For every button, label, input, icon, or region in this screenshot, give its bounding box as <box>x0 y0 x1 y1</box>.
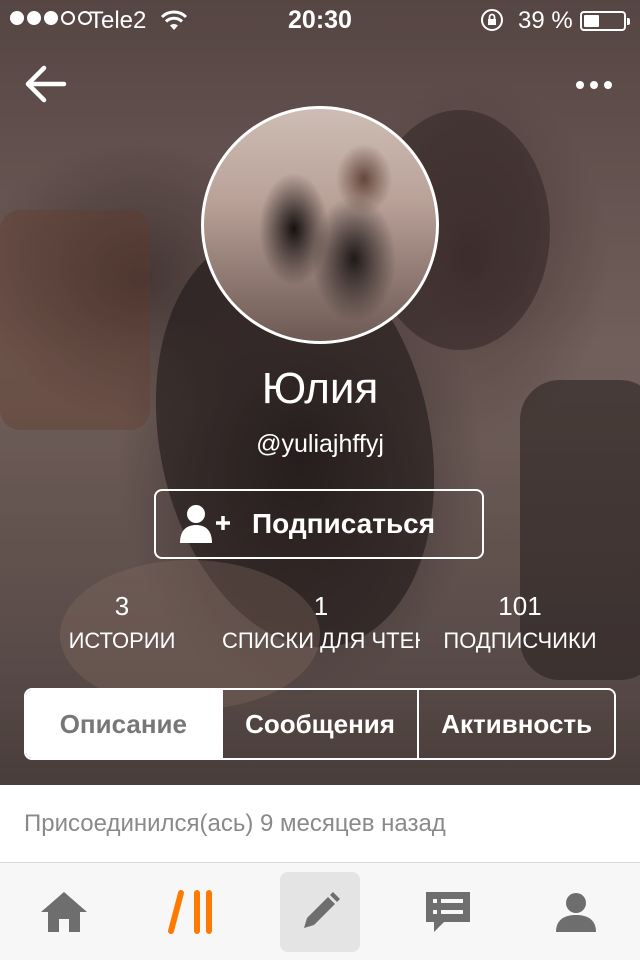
stat-reading-lists[interactable]: 1 СПИСКИ ДЛЯ ЧТЕНИЯ <box>222 590 420 654</box>
stat-label: СПИСКИ ДЛЯ ЧТЕНИЯ <box>222 628 420 653</box>
profile-icon <box>556 892 596 932</box>
stat-value: 1 <box>313 591 329 621</box>
battery-percentage: 39 % <box>518 7 573 34</box>
arrow-left-icon <box>25 65 67 103</box>
avatar[interactable] <box>201 106 439 344</box>
battery-icon <box>580 11 630 31</box>
nav-profile[interactable] <box>512 863 640 960</box>
profile-tabs: Описание Сообщения Активность <box>24 688 616 760</box>
tab-about[interactable]: Описание <box>26 690 223 758</box>
stat-followers[interactable]: 101 ПОДПИСЧИКИ <box>420 590 620 654</box>
messages-icon <box>426 891 470 932</box>
reading-icon <box>168 889 212 934</box>
stat-label: ИСТОРИИ <box>68 628 176 653</box>
rotation-lock-icon <box>481 9 503 31</box>
nav-reading[interactable] <box>128 863 256 960</box>
back-button[interactable] <box>20 60 72 108</box>
nav-messages[interactable] <box>384 863 512 960</box>
status-bar: Tele2 20:30 39 % <box>0 0 640 40</box>
tab-activity[interactable]: Активность <box>419 690 614 758</box>
nav-home[interactable] <box>0 863 128 960</box>
bottom-navigation <box>0 863 640 960</box>
nav-write[interactable] <box>256 863 384 960</box>
follow-button-label: Подписаться <box>252 508 436 539</box>
dot <box>590 81 598 89</box>
stat-value: 3 <box>114 591 130 621</box>
stat-stories[interactable]: 3 ИСТОРИИ <box>22 590 222 654</box>
add-user-icon <box>180 505 230 543</box>
pencil-icon <box>304 891 340 928</box>
dot <box>604 81 612 89</box>
tab-messages[interactable]: Сообщения <box>223 690 420 758</box>
stat-value: 101 <box>498 591 542 621</box>
joined-date: Присоединился(ась) 9 месяцев назад <box>24 810 446 837</box>
dot <box>576 81 584 89</box>
more-options-button[interactable] <box>570 70 618 100</box>
follow-button[interactable]: Подписаться <box>154 489 484 559</box>
home-icon <box>41 891 87 932</box>
stat-label: ПОДПИСЧИКИ <box>443 628 597 653</box>
profile-username: @yuliajhffyj <box>256 430 384 458</box>
profile-name: Юлия <box>261 364 379 413</box>
profile-stats: 3 ИСТОРИИ 1 СПИСКИ ДЛЯ ЧТЕНИЯ 101 ПОДПИС… <box>0 590 640 660</box>
write-button <box>280 871 360 952</box>
